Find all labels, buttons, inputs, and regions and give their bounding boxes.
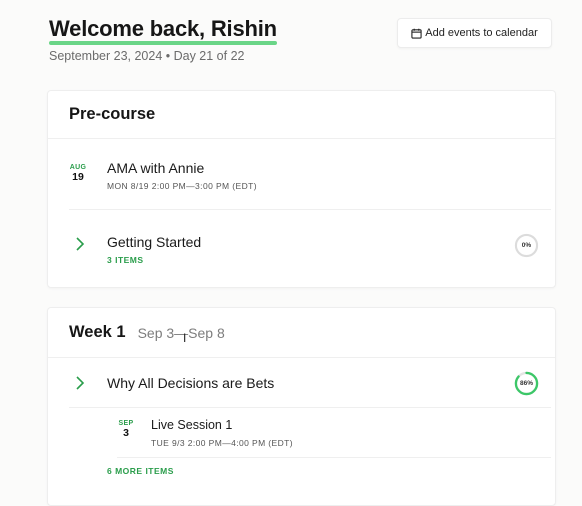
module-item-count: 3 ITEMS [107, 255, 144, 265]
more-items-link[interactable]: 6 MORE ITEMS [107, 466, 555, 476]
section-heading: Pre-course [69, 105, 156, 123]
date-badge: SEP 3 [117, 420, 135, 439]
event-row-live-session[interactable]: SEP 3 Live Session 1 TUE 9/3 2:00 PM—4:0… [117, 408, 551, 458]
section-header: Week 1 Sep 3—Sep 8 [48, 308, 555, 358]
chevron-right-icon[interactable] [75, 376, 85, 390]
date-month: SEP [118, 420, 134, 427]
welcome-text: Welcome back, Rishin [49, 16, 277, 41]
date-day: 19 [72, 171, 84, 183]
section-header: Pre-course [48, 91, 555, 139]
page-title: Welcome back, Rishin [49, 16, 277, 45]
week-1-card: Week 1 Sep 3—Sep 8 Why All Decisions are… [47, 307, 556, 506]
date-subtitle: September 23, 2024 • Day 21 of 22 [49, 49, 245, 63]
week-date-range: Sep 3—Sep 8 [137, 324, 225, 341]
pre-course-card: Pre-course AUG 19 AMA with Annie MON 8/1… [47, 90, 556, 288]
event-time: TUE 9/3 2:00 PM—4:00 PM (EDT) [151, 438, 293, 448]
text-cursor-icon: I [183, 331, 187, 345]
progress-label: 0% [521, 242, 532, 249]
event-time: MON 8/19 2:00 PM—3:00 PM (EDT) [107, 181, 257, 191]
module-row-getting-started[interactable]: Getting Started 3 ITEMS 0% [69, 210, 551, 282]
module-title[interactable]: Why All Decisions are Bets [107, 375, 274, 391]
date-day: 3 [123, 427, 129, 439]
module-title[interactable]: Getting Started [107, 234, 201, 250]
calendar-button-label: Add events to calendar [425, 27, 538, 39]
progress-label: 86% [519, 380, 533, 387]
section-heading: Week 1 [69, 323, 126, 341]
date-badge: AUG 19 [69, 164, 87, 183]
chevron-right-icon[interactable] [75, 237, 85, 251]
event-title[interactable]: AMA with Annie [107, 160, 204, 176]
calendar-icon [411, 28, 422, 39]
event-row-ama[interactable]: AUG 19 AMA with Annie MON 8/19 2:00 PM—3… [69, 139, 551, 210]
page-header: Welcome back, Rishin September 23, 2024 … [49, 14, 582, 74]
title-underline [49, 41, 277, 45]
date-month: AUG [69, 164, 87, 171]
add-to-calendar-button[interactable]: Add events to calendar [397, 18, 552, 48]
event-title[interactable]: Live Session 1 [151, 418, 232, 432]
module-row-decisions[interactable]: Why All Decisions are Bets 86% [69, 358, 551, 408]
